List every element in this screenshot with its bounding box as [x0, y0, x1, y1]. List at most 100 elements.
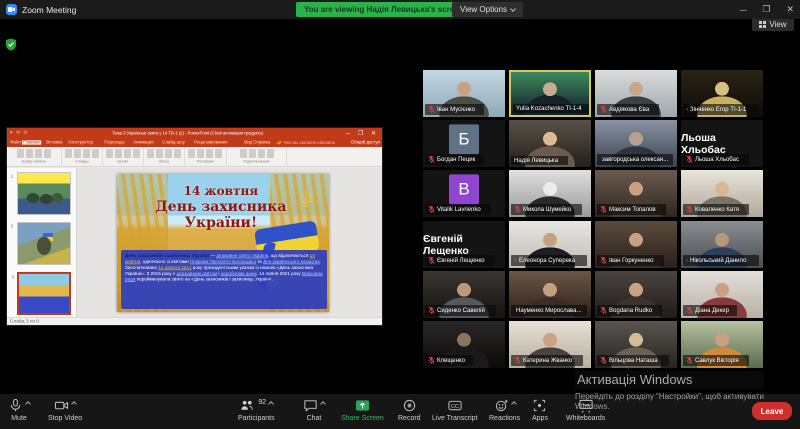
camera-icon — [54, 398, 69, 413]
ribbon-tab-конструктор[interactable]: Конструктор — [67, 140, 94, 144]
ribbon-tab-вставка[interactable]: Вставка — [45, 140, 64, 144]
participant-tile[interactable]: Вільцова Наташа — [595, 321, 677, 368]
ribbon-tab-справка[interactable]: Справка — [252, 140, 272, 144]
participant-tile[interactable]: Савлук Вікторія — [681, 321, 763, 368]
participant-tile[interactable]: Зінченко Егор ТІ-1-1 — [681, 70, 763, 117]
ribbon-tab-рецензирование[interactable]: Рецензирование — [193, 140, 229, 144]
shared-scrollbar-thumb[interactable] — [379, 211, 382, 227]
slide-text: . 14 липня 2021 року — [257, 272, 302, 277]
maximize-button[interactable]: ❐ — [762, 4, 770, 15]
participant-tile[interactable]: Льоша ХльобасЛьоша Хльобас — [681, 120, 763, 167]
slide-thumbnail-1[interactable]: 1 — [17, 172, 71, 215]
trident-emblem-icon — [298, 189, 314, 209]
participant-name-label: Євгеній Лещенко — [425, 255, 495, 266]
participants-count-badge: 92 — [258, 399, 266, 406]
ribbon-group[interactable]: Буфер обмена — [7, 147, 62, 166]
participant-tile[interactable]: Іван Мусієнко — [423, 70, 505, 117]
participant-tile[interactable]: Клещенко — [423, 321, 505, 368]
participant-tile[interactable]: Микола Шумейко — [509, 170, 591, 217]
ribbon-tab-анимация[interactable]: Анимация — [132, 140, 155, 144]
ribbon-content: Буфер обмена Слайды ШрифтАбзацРисованиеРед… — [7, 147, 382, 167]
participant-tile[interactable]: Елеонора Суперека — [509, 221, 591, 268]
participants-options-chevron[interactable] — [268, 401, 274, 407]
participant-tile[interactable]: завгородська олексан... — [595, 120, 677, 167]
reactions-options-chevron[interactable] — [511, 401, 517, 407]
participant-name-label: Вільцова Наташа — [597, 355, 669, 366]
close-button[interactable]: ✕ — [786, 4, 794, 15]
ribbon-group-label: Слайды — [75, 160, 88, 164]
participant-tile[interactable]: Діана Декер — [681, 271, 763, 318]
participant-tile[interactable]: Максим Топалов — [595, 170, 677, 217]
slide-text-panel: День захисників і захисниць України — де… — [121, 250, 327, 309]
video-options-chevron[interactable] — [71, 401, 77, 407]
apps-label: Apps — [532, 415, 548, 422]
ribbon-group[interactable]: Рисование — [185, 147, 227, 166]
ribbon-group[interactable]: Слайды — [62, 147, 103, 166]
slide-title-line2: День захисника — [142, 199, 299, 215]
record-button[interactable]: Record — [398, 398, 421, 422]
view-options-button[interactable]: View Options — [452, 2, 523, 17]
participant-tile[interactable]: Сиденко Савелій — [423, 271, 505, 318]
ribbon-tab-главная[interactable]: Главная — [22, 140, 41, 144]
participant-tile[interactable]: Науменко Мирослава... — [509, 271, 591, 318]
tell-me-assistant[interactable]: ✨ Что вы хотите сделать — [275, 140, 336, 145]
mute-button[interactable]: Mute — [8, 398, 30, 422]
encryption-shield-icon[interactable] — [5, 38, 17, 56]
participant-tile[interactable]: Іван Горкуненко — [595, 221, 677, 268]
whiteboards-button[interactable]: Whiteboards — [566, 398, 605, 422]
ribbon-group[interactable]: Абзац — [144, 147, 185, 166]
powerpoint-titlebar: ▾ ⟲ ⟳ Тема 3 Українські свята у 14 ТВ-1 … — [7, 128, 382, 138]
participant-name-label: Іван Горкуненко — [597, 255, 664, 266]
gallery-view-button[interactable]: View — [752, 18, 794, 31]
live-transcript-button[interactable]: CC Live Transcript — [432, 398, 478, 422]
participant-name-label: Yulia Kozachenko ТІ-1-4 — [513, 104, 589, 113]
chat-button[interactable]: Chat — [303, 398, 325, 422]
muted-mic-icon — [686, 155, 693, 164]
ribbon-group[interactable]: Редактирование — [227, 147, 287, 166]
muted-mic-icon — [600, 256, 607, 265]
participant-tile[interactable]: Bogdana Rudko — [595, 271, 677, 318]
slide-hyperlink: Покрови Пресвятої Богородиці — [190, 260, 256, 265]
chat-options-chevron[interactable] — [320, 401, 326, 407]
ribbon-share-button[interactable]: Общий доступ — [351, 140, 380, 144]
powerpoint-window: ▾ ⟲ ⟳ Тема 3 Українські свята у 14 ТВ-1 … — [7, 128, 382, 325]
reactions-label: Reactions — [489, 415, 520, 422]
slide-text: , одночасно зі святами — [140, 260, 190, 265]
participant-tile[interactable]: Коваленко Катя — [681, 170, 763, 217]
participants-button[interactable]: 92 Participants — [238, 398, 275, 422]
chevron-down-icon — [510, 6, 516, 12]
mute-options-chevron[interactable] — [25, 401, 31, 407]
reactions-button[interactable]: Reactions — [489, 398, 520, 422]
leave-button[interactable]: Leave — [752, 402, 792, 420]
ribbon-tab-переходы[interactable]: Переходы — [103, 140, 126, 144]
participant-name-label: Савлук Вікторія — [683, 355, 749, 366]
slide-thumbnail-2[interactable]: 2 — [17, 222, 71, 265]
quick-access-toolbar[interactable]: ▾ ⟲ ⟳ — [10, 130, 29, 136]
slide-hyperlink: Дня українського козацтва — [263, 260, 320, 265]
muted-mic-icon — [686, 356, 693, 365]
ribbon-tab-файл[interactable]: Файл — [9, 140, 22, 144]
share-screen-button[interactable]: Share Screen — [341, 398, 384, 422]
powerpoint-window-controls[interactable]: ─ ❐ ✕ — [346, 130, 379, 137]
ribbon-group[interactable]: Шрифт — [103, 147, 144, 166]
share-screen-label: Share Screen — [341, 415, 384, 422]
stop-video-button[interactable]: Stop Video — [48, 398, 82, 422]
slide-text: , що відзначається — [268, 254, 309, 259]
participant-tile[interactable]: Авдіякова Єва — [595, 70, 677, 117]
participant-tile[interactable]: Євгеній ЛещенкоЄвгеній Лещенко — [423, 221, 505, 268]
participant-tile[interactable]: Yulia Kozachenko ТІ-1-4 — [509, 70, 591, 117]
participant-tile[interactable]: Надія Левицька — [509, 120, 591, 167]
muted-mic-icon — [600, 356, 607, 365]
minimize-button[interactable]: ─ — [740, 5, 746, 15]
window-titlebar: Zoom Meeting You are viewing Надія Левиц… — [0, 0, 800, 19]
whiteboards-label: Whiteboards — [566, 415, 605, 422]
participant-tile[interactable]: ББогдан Пецик — [423, 120, 505, 167]
slide-thumbnail-3[interactable]: 3 — [17, 272, 71, 315]
apps-button[interactable]: Apps — [532, 398, 548, 422]
ribbon-tab-слайд-шоу[interactable]: Слайд-шоу — [161, 140, 186, 144]
participant-tile[interactable]: Нікольський Данило — [681, 221, 763, 268]
participant-tile[interactable]: ВVitalik Lavrienko — [423, 170, 505, 217]
muted-mic-icon — [428, 155, 435, 164]
participant-name-label: Коваленко Катя — [683, 204, 749, 215]
participant-tile[interactable]: Катерина Жванко — [509, 321, 591, 368]
